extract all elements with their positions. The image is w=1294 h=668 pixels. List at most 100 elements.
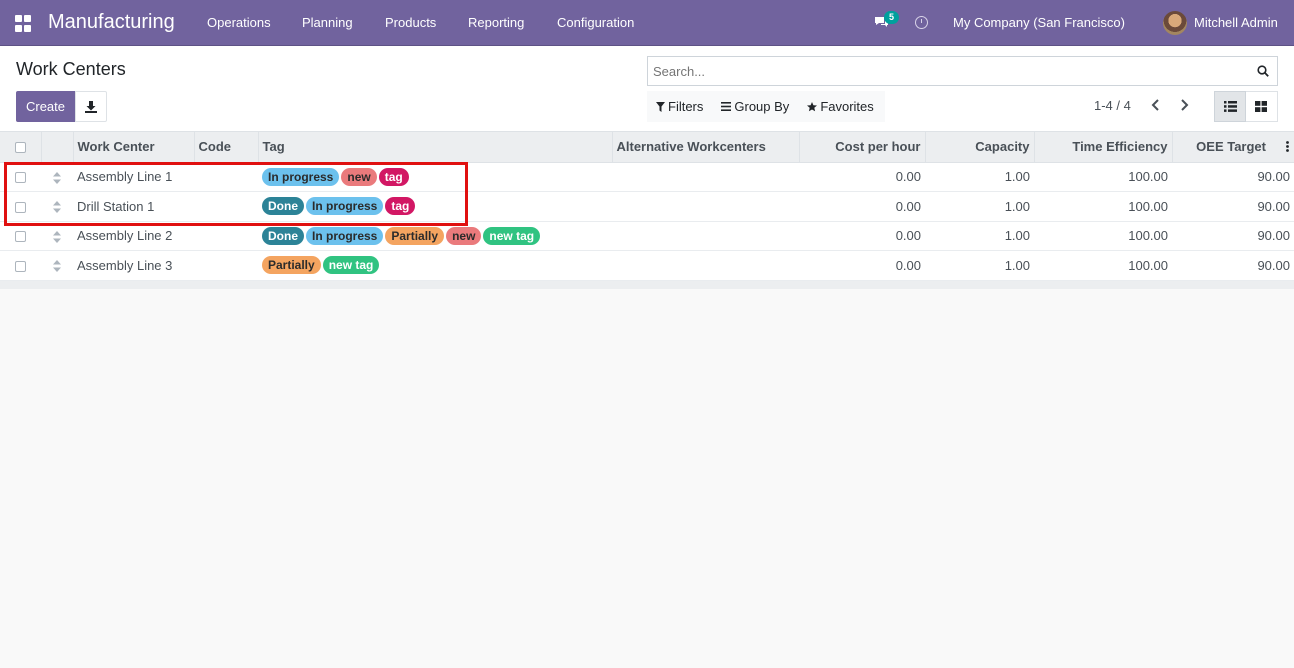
row-handle-cell[interactable] (41, 221, 73, 251)
row-work-center[interactable]: Drill Station 1 (73, 191, 194, 222)
table-row[interactable]: Assembly Line 2 Done In progress Partially… (0, 221, 1294, 251)
list-view-button[interactable] (1214, 91, 1246, 122)
row-tags[interactable]: Done In progress tag (258, 191, 612, 222)
row-tags[interactable]: Done In progress Partially new new tag (258, 221, 612, 251)
row-time-efficiency[interactable]: 100.00 (1034, 162, 1172, 192)
filters-button[interactable]: Filters (647, 91, 712, 122)
handle-header (41, 132, 74, 163)
user-avatar[interactable] (1163, 11, 1187, 35)
drag-handle-icon[interactable] (53, 171, 61, 184)
col-time-efficiency[interactable]: Time Efficiency (1034, 132, 1173, 163)
menu-configuration[interactable]: Configuration (557, 15, 634, 30)
row-alternative-workcenters[interactable] (612, 221, 799, 251)
row-select-cell[interactable] (0, 191, 41, 222)
row-tags[interactable]: Partially new tag (258, 250, 612, 281)
pager-value[interactable]: 1-4 / 4 (1094, 98, 1131, 113)
row-checkbox[interactable] (15, 231, 26, 243)
favorites-button[interactable]: Favorites (798, 91, 882, 122)
export-button[interactable] (75, 91, 107, 122)
chevron-right-icon[interactable] (1177, 98, 1191, 112)
row-handle-cell[interactable] (41, 250, 73, 281)
col-tag[interactable]: Tag (258, 132, 613, 163)
menu-planning[interactable]: Planning (302, 15, 353, 30)
menu-reporting[interactable]: Reporting (468, 15, 524, 30)
row-code[interactable] (194, 191, 258, 222)
row-cost-per-hour[interactable]: 0.00 (799, 162, 925, 192)
search-box[interactable] (647, 56, 1278, 86)
user-menu[interactable]: Mitchell Admin (1194, 15, 1278, 30)
company-switcher[interactable]: My Company (San Francisco) (953, 15, 1125, 30)
work-centers-list: Work Center Code Tag Alternative Workcen… (0, 132, 1294, 289)
tag-badge: In progress (306, 226, 384, 245)
create-button[interactable]: Create (16, 91, 75, 122)
menu-products[interactable]: Products (385, 15, 436, 30)
row-time-efficiency[interactable]: 100.00 (1034, 250, 1172, 281)
row-cost-per-hour[interactable]: 0.00 (799, 250, 925, 281)
row-checkbox[interactable] (15, 201, 26, 213)
row-oee-target[interactable]: 90.00 (1172, 250, 1294, 281)
drag-handle-icon[interactable] (53, 201, 61, 214)
row-alternative-workcenters[interactable] (612, 191, 799, 222)
col-code[interactable]: Code (194, 132, 259, 163)
favorites-label: Favorites (820, 99, 874, 114)
filter-icon (656, 101, 665, 112)
row-capacity[interactable]: 1.00 (925, 191, 1034, 222)
row-handle-cell[interactable] (41, 162, 73, 192)
row-oee-target[interactable]: 90.00 (1172, 221, 1294, 251)
optional-columns-icon[interactable] (1286, 141, 1289, 152)
menu-operations[interactable]: Operations (207, 15, 271, 30)
tag-badge: Done (262, 197, 304, 216)
row-select-cell[interactable] (0, 162, 41, 192)
drag-handle-icon[interactable] (53, 230, 61, 243)
list-lines-icon (721, 102, 732, 111)
row-checkbox[interactable] (15, 260, 26, 272)
col-oee-target[interactable]: OEE Target (1172, 132, 1294, 163)
row-handle-cell[interactable] (41, 191, 73, 222)
row-code[interactable] (194, 221, 258, 251)
tag-badge: new tag (483, 226, 541, 245)
search-icon[interactable] (1257, 65, 1269, 77)
row-capacity[interactable]: 1.00 (925, 162, 1034, 192)
col-alternative-workcenters[interactable]: Alternative Workcenters (612, 132, 800, 163)
col-work-center[interactable]: Work Center (73, 132, 195, 163)
row-capacity[interactable]: 1.00 (925, 221, 1034, 251)
col-cost-per-hour[interactable]: Cost per hour (799, 132, 926, 163)
apps-menu-icon[interactable] (15, 15, 32, 32)
select-all-checkbox[interactable] (14, 142, 26, 154)
row-code[interactable] (194, 250, 258, 281)
row-oee-target[interactable]: 90.00 (1172, 162, 1294, 192)
tag-badge: Done (262, 226, 304, 245)
table-row[interactable]: Assembly Line 3 Partially new tag 0.00 1.… (0, 250, 1294, 281)
row-alternative-workcenters[interactable] (612, 162, 799, 192)
row-tags[interactable]: In progress new tag (258, 162, 612, 192)
row-time-efficiency[interactable]: 100.00 (1034, 221, 1172, 251)
chat-count-badge: 5 (884, 11, 900, 24)
row-oee-target[interactable]: 90.00 (1172, 191, 1294, 222)
row-select-cell[interactable] (0, 221, 41, 251)
row-select-cell[interactable] (0, 250, 41, 281)
tag-badge: Partially (262, 256, 321, 275)
drag-handle-icon[interactable] (53, 260, 61, 273)
group-by-label: Group By (734, 99, 790, 114)
activity-clock-icon[interactable] (915, 16, 928, 29)
row-time-efficiency[interactable]: 100.00 (1034, 191, 1172, 222)
search-input[interactable] (648, 57, 1248, 85)
table-row[interactable]: Drill Station 1 Done In progress tag 0.00 … (0, 191, 1294, 222)
row-alternative-workcenters[interactable] (612, 250, 799, 281)
row-work-center[interactable]: Assembly Line 3 (73, 250, 194, 281)
row-work-center[interactable]: Assembly Line 2 (73, 221, 194, 251)
row-code[interactable] (194, 162, 258, 192)
row-checkbox[interactable] (15, 172, 26, 184)
col-capacity[interactable]: Capacity (925, 132, 1035, 163)
kanban-view-button[interactable] (1246, 91, 1278, 122)
row-cost-per-hour[interactable]: 0.00 (799, 221, 925, 251)
row-capacity[interactable]: 1.00 (925, 250, 1034, 281)
tag-badge: Partially (385, 226, 445, 245)
table-row[interactable]: Assembly Line 1 In progress new tag 0.00 1… (0, 162, 1294, 192)
group-by-button[interactable]: Group By (712, 91, 798, 122)
chevron-left-icon[interactable] (1149, 98, 1163, 112)
app-brand[interactable]: Manufacturing (48, 11, 175, 34)
select-all-cell[interactable] (0, 132, 42, 163)
row-work-center[interactable]: Assembly Line 1 (73, 162, 194, 192)
row-cost-per-hour[interactable]: 0.00 (799, 191, 925, 222)
